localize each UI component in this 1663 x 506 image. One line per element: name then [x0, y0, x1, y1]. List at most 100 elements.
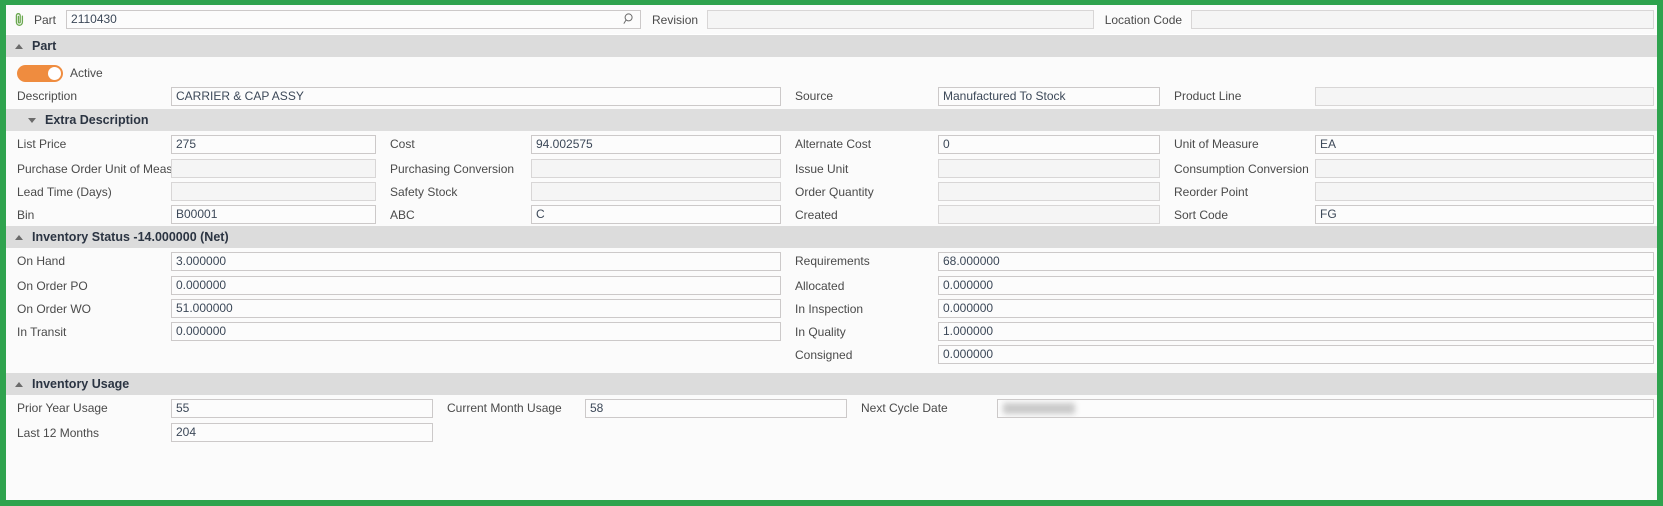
field-input[interactable]: FG: [1315, 205, 1654, 224]
field-input[interactable]: EA: [1315, 134, 1654, 154]
form-viewport: Part 2110430 Revision Location Code Part…: [6, 5, 1657, 500]
source-label: Source: [795, 89, 834, 103]
section-title-inventory-usage: Inventory Usage: [32, 377, 130, 391]
field-input[interactable]: 3.000000: [171, 251, 781, 271]
part-label: Part: [34, 12, 57, 27]
inventory-status-row: On Order PO 0.000000 Allocated 0.000000: [6, 274, 1657, 297]
field-label: Alternate Cost: [795, 137, 872, 151]
field-label: In Transit: [17, 324, 67, 339]
field-input[interactable]: 68.000000: [938, 251, 1654, 271]
field-input[interactable]: 275: [171, 134, 376, 154]
location-code-label: Location Code: [1104, 12, 1183, 27]
record-key-bar: Part 2110430 Revision Location Code: [6, 5, 1657, 35]
field-label: Cost: [390, 137, 415, 151]
field-label: Safety Stock: [390, 184, 458, 199]
field-label: Requirements: [795, 254, 870, 268]
field-input[interactable]: [171, 182, 376, 201]
field-label: Reorder Point: [1174, 184, 1249, 199]
redacted-value-overlay: [1003, 402, 1075, 414]
extra-description-row: Purchase Order Unit of Measure Purchasing…: [6, 157, 1657, 180]
inventory-status-row: In Transit 0.000000 In Quality 1.000000: [6, 320, 1657, 343]
field-label: Consigned: [795, 347, 853, 362]
extra-description-body: List Price 275 Cost 94.002575 Alternate Cost…: [6, 131, 1657, 226]
part-input[interactable]: 2110430: [66, 10, 642, 29]
field-label: Bin: [17, 207, 35, 222]
section-header-extra-description[interactable]: Extra Description: [6, 109, 1657, 131]
field-label: Purchase Order Unit of Measure: [17, 161, 171, 176]
prior-year-usage-label: Prior Year Usage: [17, 401, 108, 415]
field-input[interactable]: [531, 182, 781, 201]
section-header-inventory-status[interactable]: Inventory Status -14.000000 (Net): [6, 226, 1657, 248]
extra-description-row: List Price 275 Cost 94.002575 Alternate Cost…: [6, 131, 1657, 157]
revision-input[interactable]: [707, 10, 1094, 29]
field-input[interactable]: B00001: [171, 205, 376, 224]
field-label: In Quality: [795, 324, 846, 339]
current-month-usage-label: Current Month Usage: [447, 401, 562, 415]
field-label: Issue Unit: [795, 161, 849, 176]
prior-year-usage-input[interactable]: 55: [171, 398, 433, 418]
extra-description-row: Bin B00001 ABC C Created Sort Code FG: [6, 203, 1657, 226]
description-label: Description: [17, 89, 78, 103]
next-cycle-date-input[interactable]: [997, 398, 1654, 418]
inventory-status-row: Consigned 0.000000: [6, 343, 1657, 366]
source-input[interactable]: Manufactured To Stock: [938, 86, 1160, 106]
description-row: Description CARRIER & CAP ASSY Source Ma…: [6, 83, 1657, 109]
part-search-wrapper: 2110430: [66, 10, 642, 29]
field-label: On Order PO: [17, 278, 88, 293]
field-label: In Inspection: [795, 301, 864, 316]
location-code-input[interactable]: [1191, 10, 1654, 29]
part-section-body: Active Description CARRIER & CAP ASSY So…: [6, 57, 1657, 109]
field-label: On Order WO: [17, 301, 92, 316]
inventory-status-body: On Hand 3.000000 Requirements 68.000000 On O…: [6, 248, 1657, 366]
last-12-months-input[interactable]: 204: [171, 423, 433, 442]
chevron-up-icon: [15, 233, 24, 242]
field-label: ABC: [390, 207, 415, 222]
field-input[interactable]: C: [531, 205, 781, 224]
active-toggle-row: Active: [6, 57, 1657, 83]
field-input[interactable]: [938, 182, 1160, 201]
field-input[interactable]: 0.000000: [171, 276, 781, 295]
field-input[interactable]: [938, 205, 1160, 224]
next-cycle-date-label: Next Cycle Date: [861, 401, 948, 415]
product-line-label: Product Line: [1174, 89, 1242, 103]
application-frame: Part 2110430 Revision Location Code Part…: [0, 0, 1663, 506]
field-label: Purchasing Conversion: [390, 161, 515, 176]
field-input[interactable]: 51.000000: [171, 299, 781, 318]
section-header-inventory-usage[interactable]: Inventory Usage: [6, 373, 1657, 395]
field-input[interactable]: [1315, 182, 1654, 201]
inventory-status-row: On Hand 3.000000 Requirements 68.000000: [6, 248, 1657, 274]
field-label: Allocated: [795, 278, 845, 293]
chevron-down-icon: [28, 116, 37, 125]
field-input[interactable]: 0.000000: [938, 276, 1654, 295]
section-header-part[interactable]: Part: [6, 35, 1657, 57]
field-label: Order Quantity: [795, 184, 874, 199]
description-input[interactable]: CARRIER & CAP ASSY: [171, 86, 781, 106]
section-title-extra-description: Extra Description: [45, 113, 149, 127]
field-input[interactable]: [938, 159, 1160, 178]
field-label: Created: [795, 207, 838, 222]
field-label: Consumption Conversion: [1174, 161, 1309, 176]
usage-row-1: Prior Year Usage 55 Current Month Usage …: [6, 395, 1657, 421]
field-input[interactable]: [1315, 159, 1654, 178]
field-input[interactable]: [531, 159, 781, 178]
field-label: Lead Time (Days): [17, 184, 112, 199]
active-toggle[interactable]: [17, 64, 63, 82]
field-input[interactable]: 0: [938, 134, 1160, 154]
field-label: On Hand: [17, 254, 66, 268]
field-input[interactable]: 0.000000: [171, 322, 781, 341]
field-input[interactable]: 1.000000: [938, 322, 1654, 341]
field-input[interactable]: 0.000000: [938, 299, 1654, 318]
toggle-knob: [48, 66, 61, 80]
field-label: Sort Code: [1174, 207, 1229, 222]
product-line-input[interactable]: [1315, 86, 1654, 106]
attachment-paperclip-icon[interactable]: [13, 11, 27, 29]
field-input[interactable]: 94.002575: [531, 134, 781, 154]
field-input[interactable]: 0.000000: [938, 345, 1654, 364]
field-input[interactable]: [171, 159, 376, 178]
last-12-months-label: Last 12 Months: [17, 425, 100, 440]
section-title-part: Part: [32, 39, 57, 53]
active-toggle-label: Active: [70, 66, 103, 80]
inventory-usage-body: Prior Year Usage 55 Current Month Usage …: [6, 395, 1657, 444]
usage-row-2: Last 12 Months 204: [6, 421, 1657, 444]
current-month-usage-input[interactable]: 58: [585, 398, 847, 418]
